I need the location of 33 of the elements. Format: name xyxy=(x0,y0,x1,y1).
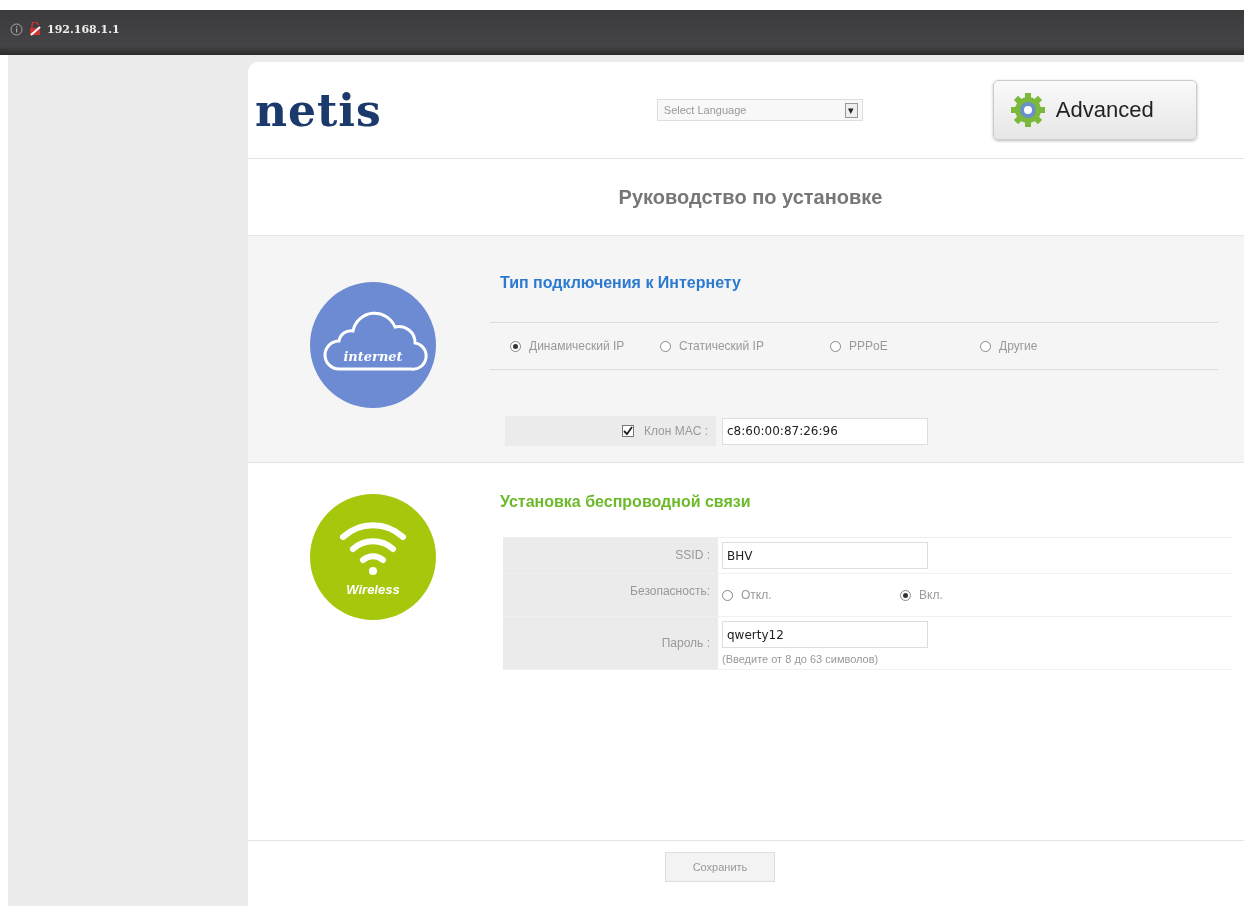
input-field[interactable]: c8:60:00:87:26:96 xyxy=(722,417,928,445)
option-label: Динамический IP xyxy=(529,339,625,353)
option-label: Статический IP xyxy=(679,339,764,353)
option-label: Другие xyxy=(999,339,1038,353)
radio-button[interactable] xyxy=(830,340,841,352)
field-label: Клон MAC : xyxy=(643,424,708,438)
radio-button[interactable] xyxy=(722,589,733,601)
option-label: PPPoE xyxy=(849,339,888,353)
language-select[interactable]: Select Language ▾ xyxy=(656,99,863,121)
page-title: Руководство по установке xyxy=(618,185,883,209)
hint-text: (Введите от 8 до 63 символов) xyxy=(722,653,879,665)
option-label: Откл. xyxy=(741,588,772,602)
field-label: Пароль : xyxy=(661,636,710,650)
radio-button[interactable] xyxy=(980,340,991,352)
broken-lock-icon[interactable] xyxy=(28,22,42,36)
section-heading: Тип подключения к Интернету xyxy=(500,273,742,292)
option-label: Вкл. xyxy=(919,588,943,602)
radio-button[interactable] xyxy=(510,340,521,352)
netis-logo: netis xyxy=(255,84,382,136)
gear-icon xyxy=(1009,92,1046,128)
internet-cloud-icon: internet xyxy=(309,281,437,409)
info-icon[interactable] xyxy=(10,22,23,36)
advanced-button[interactable]: Advanced xyxy=(992,80,1197,140)
radio-button[interactable] xyxy=(660,340,671,352)
checkbox[interactable] xyxy=(621,425,634,437)
field-label: Безопасность: xyxy=(630,584,710,600)
address-text[interactable]: 192.168.1.1 xyxy=(47,22,120,36)
section-heading: Установка беспроводной связи xyxy=(500,492,752,511)
field-label: SSID : xyxy=(675,548,710,564)
password-field[interactable]: qwerty12 xyxy=(722,621,928,648)
wireless-icon: Wireless xyxy=(309,493,437,621)
radio-button[interactable] xyxy=(900,589,911,601)
input-field[interactable]: BHV xyxy=(722,542,928,569)
